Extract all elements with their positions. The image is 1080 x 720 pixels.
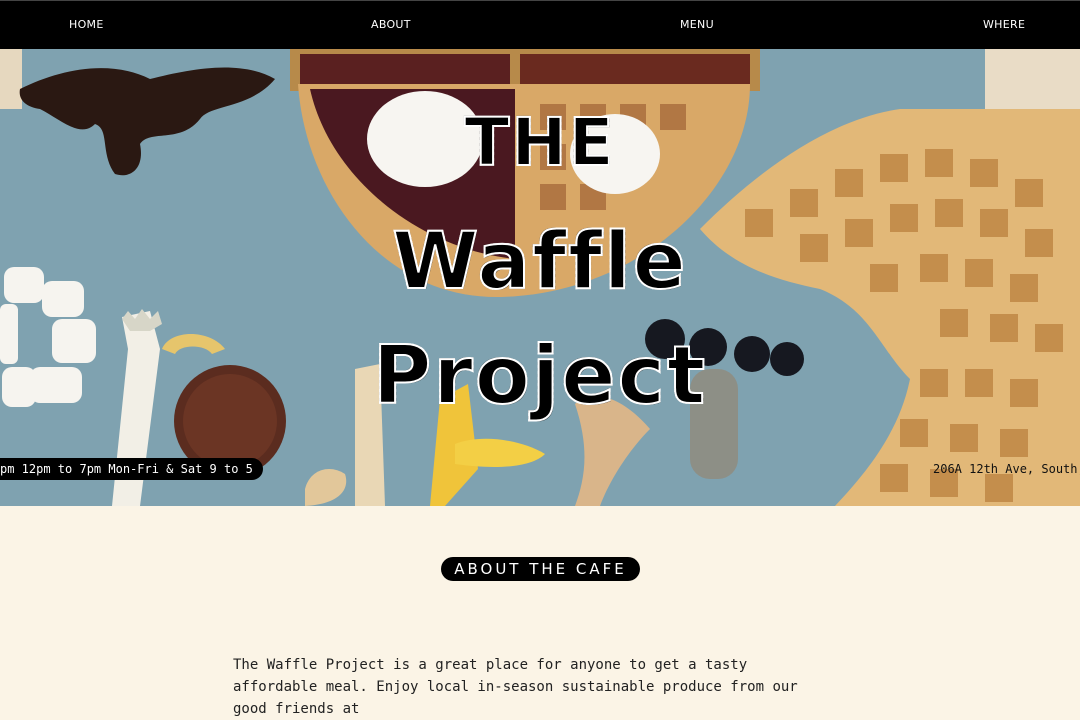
nav-menu-link[interactable]: MENU [680, 18, 714, 31]
hero-title-line-2: Waffle [391, 216, 688, 308]
nav-about-link[interactable]: ABOUT [371, 18, 411, 31]
about-paragraph: The Waffle Project is a great place for … [233, 657, 798, 717]
hero-title-line-1: THE [463, 103, 616, 182]
address-ticker: 206A 12th Ave, South, N [933, 462, 1080, 476]
about-heading: ABOUT THE CAFE [441, 557, 640, 581]
opening-hours-ticker: pm 12pm to 7pm Mon-Fri & Sat 9 to 5 [0, 458, 263, 480]
hero-title-line-3: Project [372, 328, 708, 423]
hero-banner: THE Waffle Project pm 12pm to 7pm Mon-Fr… [0, 49, 1080, 506]
nav-home-link[interactable]: HOME [69, 18, 104, 31]
nav-where-link[interactable]: WHERE [983, 18, 1025, 31]
top-nav: HOME ABOUT MENU WHERE [0, 0, 1080, 49]
